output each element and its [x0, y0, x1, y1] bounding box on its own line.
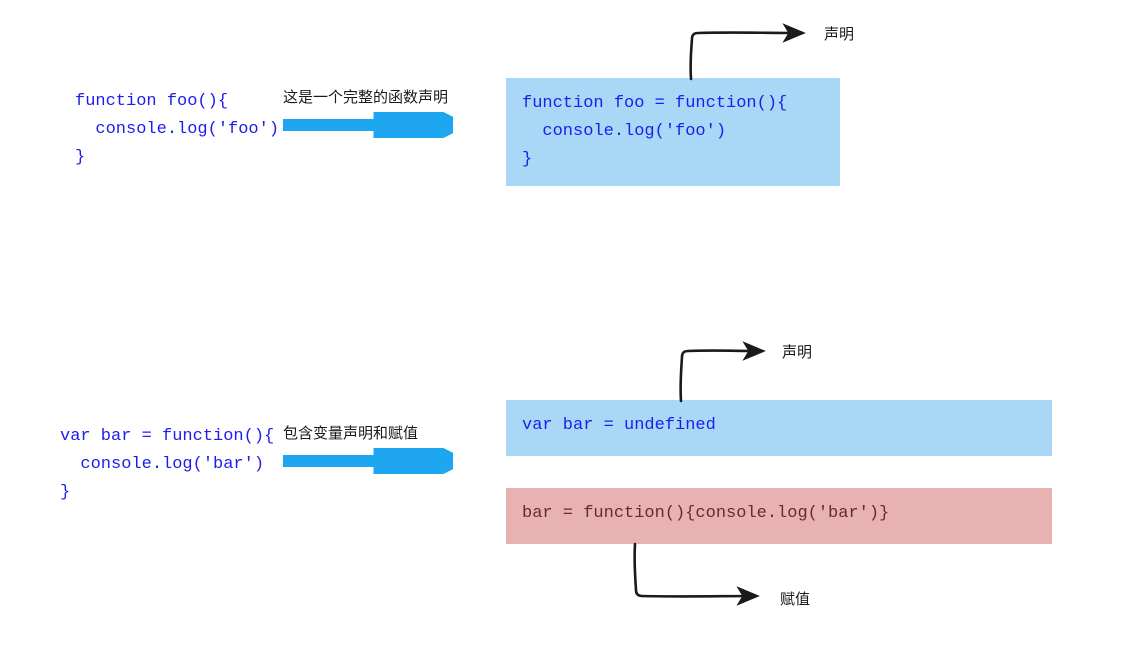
code-box-bar-top: var bar = undefined — [506, 400, 1052, 456]
arrow-annotation-foo — [688, 23, 818, 81]
arrow-annotation-bar-bottom — [632, 542, 772, 606]
code-box-bar-bottom: bar = function(){console.log('bar')} — [506, 488, 1052, 544]
code-left-bar: var bar = function(){ console.log('bar')… — [60, 423, 274, 507]
arrow-label-bar: 包含变量声明和赋值 — [283, 422, 418, 443]
annotation-bar-bottom: 赋值 — [780, 588, 810, 609]
code-box-foo-right: function foo = function(){ console.log('… — [506, 78, 840, 186]
arrow-annotation-bar-top — [678, 341, 778, 403]
annotation-foo: 声明 — [824, 23, 854, 44]
arrow-label-foo: 这是一个完整的函数声明 — [283, 86, 448, 107]
code-left-foo: function foo(){ console.log('foo') } — [75, 88, 279, 172]
arrow-right-bar — [283, 448, 453, 474]
arrow-right-foo — [283, 112, 453, 138]
annotation-bar-top: 声明 — [782, 341, 812, 362]
